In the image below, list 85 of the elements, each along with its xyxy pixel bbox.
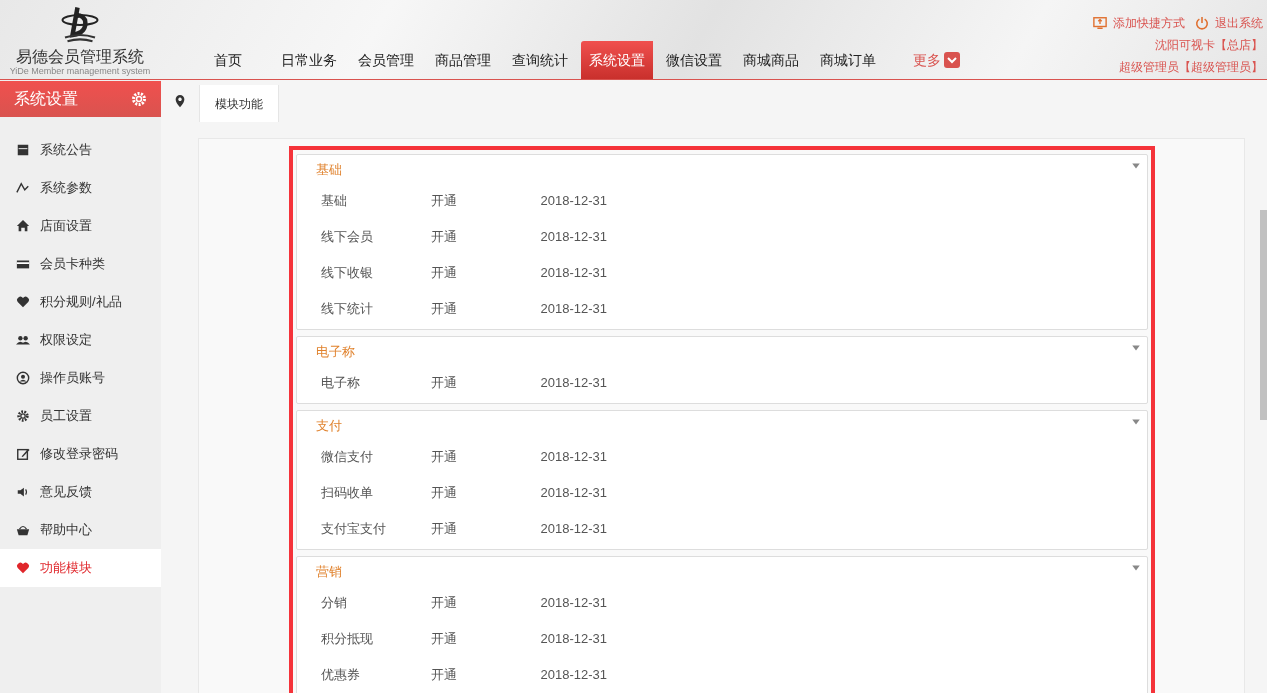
nav-tab[interactable]: 商品管理 xyxy=(427,41,499,79)
group-title: 营销 xyxy=(315,563,342,582)
table-cell-text: 积分抵现 xyxy=(320,630,374,649)
table-cell-text: 线下收银 xyxy=(320,264,374,283)
nav-tab[interactable]: 商城商品 xyxy=(735,41,807,79)
users-icon xyxy=(16,333,30,347)
basket-icon xyxy=(16,523,30,537)
power-icon xyxy=(1195,16,1209,30)
table-cell-text: 开通 xyxy=(430,300,458,319)
sidebar-item[interactable]: 功能模块 xyxy=(0,549,161,587)
table-cell-text: 开通 xyxy=(430,666,458,685)
nav-tab[interactable]: 系统设置 xyxy=(581,41,653,79)
sidebar-item[interactable]: 权限设定 xyxy=(0,321,161,359)
table-cell-text: 优惠券 xyxy=(320,666,361,685)
table-cell-text: 2018-12-31 xyxy=(540,374,607,393)
table-cell-text: 线下统计 xyxy=(320,300,374,319)
table-cell-text: 2018-12-31 xyxy=(540,520,607,539)
sidebar-item[interactable]: 操作员账号 xyxy=(0,359,161,397)
shortcut-link[interactable]: 添加快捷方式 xyxy=(1093,12,1185,34)
sidebar-item[interactable]: 系统参数 xyxy=(0,169,161,207)
monitor-icon xyxy=(1093,16,1107,30)
table-cell-text: 分销 xyxy=(320,594,348,613)
table-cell-text: 2018-12-31 xyxy=(540,484,607,503)
store-name: 沈阳可视卡【总店】 xyxy=(1155,37,1263,54)
settings-icon xyxy=(131,91,147,107)
table-cell-text: 开通 xyxy=(430,192,458,211)
chevron-down-icon xyxy=(944,52,960,68)
table-cell-text: 开通 xyxy=(430,630,458,649)
heart-icon xyxy=(16,295,30,309)
sidebar-item[interactable]: 店面设置 xyxy=(0,207,161,245)
more-menu[interactable]: 更多 xyxy=(905,41,968,79)
table-cell-text: 支付宝支付 xyxy=(320,520,387,539)
table-cell-text: 微信支付 xyxy=(320,448,374,467)
group-title: 基础 xyxy=(315,161,342,180)
page-tab[interactable]: 模块功能 xyxy=(199,85,279,122)
table-cell-text: 开通 xyxy=(430,484,458,503)
sidebar-item[interactable]: 修改登录密码 xyxy=(0,435,161,473)
app-title: 易德会员管理系统 xyxy=(16,47,144,66)
sidebar-item[interactable]: 意见反馈 xyxy=(0,473,161,511)
table-cell-text: 2018-12-31 xyxy=(540,264,607,283)
heart-icon xyxy=(16,561,30,575)
nav-tab[interactable]: 日常业务 xyxy=(273,41,345,79)
sidebar-item[interactable]: 系统公告 xyxy=(0,131,161,169)
edit-icon xyxy=(16,447,30,461)
table-cell-text: 线下会员 xyxy=(320,228,374,247)
table-cell-text: 开通 xyxy=(430,594,458,613)
caret-down-icon xyxy=(1130,563,1141,573)
table-cell-text: 开通 xyxy=(430,520,458,539)
home-icon xyxy=(16,219,30,233)
caret-down-icon xyxy=(1130,343,1141,353)
speaker-icon xyxy=(16,485,30,499)
sidebar-title: 系统设置 xyxy=(14,89,78,109)
table-cell-text: 电子称 xyxy=(320,374,361,393)
group-title: 支付 xyxy=(315,417,342,436)
sidebar-item[interactable]: 帮助中心 xyxy=(0,511,161,549)
table-cell-text: 开通 xyxy=(430,228,458,247)
table-cell-text: 开通 xyxy=(430,448,458,467)
table-cell-text: 2018-12-31 xyxy=(540,666,607,685)
chart-line-icon xyxy=(16,181,30,195)
nav-tab[interactable]: 会员管理 xyxy=(350,41,422,79)
sidebar-item[interactable]: 员工设置 xyxy=(0,397,161,435)
table-cell-text: 开通 xyxy=(430,374,458,393)
user-circle-icon xyxy=(16,371,30,385)
caret-down-icon xyxy=(1130,161,1141,171)
scrollbar-thumb[interactable] xyxy=(1260,210,1267,420)
app-subtitle: YiDe Member management system xyxy=(9,66,151,76)
sidebar-item[interactable]: 积分规则/礼品 xyxy=(0,283,161,321)
nav-tab[interactable]: 商城订单 xyxy=(812,41,884,79)
table-cell-text: 2018-12-31 xyxy=(540,300,607,319)
caret-down-icon xyxy=(1130,417,1141,427)
table-cell-text: 2018-12-31 xyxy=(540,448,607,467)
table-cell-text: 2018-12-31 xyxy=(540,630,607,649)
location-pin-icon xyxy=(173,94,187,108)
table-cell-text: 开通 xyxy=(430,264,458,283)
table-cell-text: 2018-12-31 xyxy=(540,228,607,247)
table-cell-text: 2018-12-31 xyxy=(540,192,607,211)
group-title: 电子称 xyxy=(315,343,355,362)
table-cell-text: 扫码收单 xyxy=(320,484,374,503)
sidebar-item[interactable]: 会员卡种类 xyxy=(0,245,161,283)
nav-tab[interactable]: 微信设置 xyxy=(658,41,730,79)
nav-tab[interactable]: 首页 xyxy=(206,41,250,79)
nav-tab[interactable]: 查询统计 xyxy=(504,41,576,79)
table-cell-text: 2018-12-31 xyxy=(540,594,607,613)
user-name: 超级管理员【超级管理员】 xyxy=(1119,59,1263,76)
table-cell-text: 基础 xyxy=(320,192,348,211)
